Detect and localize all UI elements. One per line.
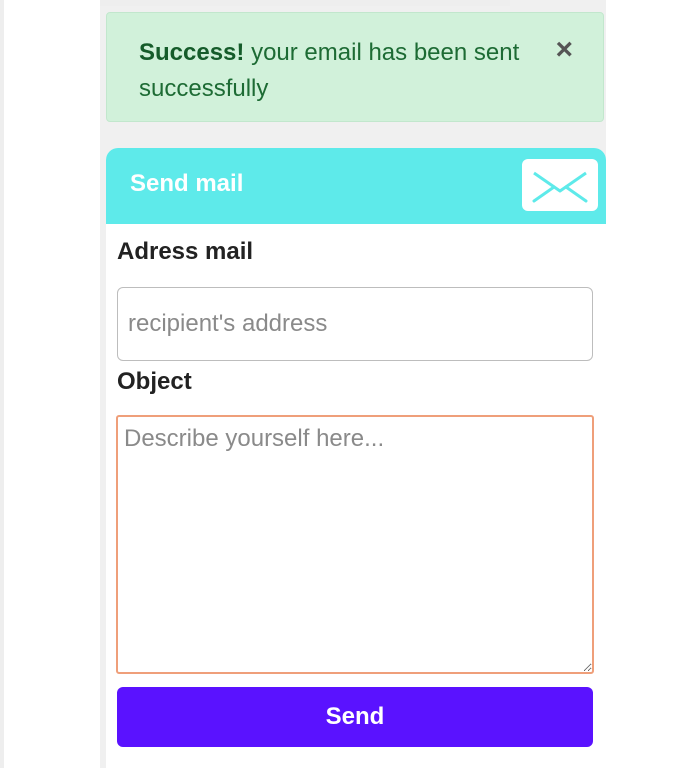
mail-button[interactable]	[522, 159, 598, 211]
address-input[interactable]	[117, 287, 593, 361]
send-button[interactable]: Send	[117, 687, 593, 747]
success-alert: Success! your email has been sent succes…	[106, 12, 604, 122]
object-label: Object	[117, 368, 192, 395]
top-divider	[100, 0, 510, 6]
close-icon[interactable]: ×	[555, 35, 573, 65]
card-header: Send mail	[106, 148, 606, 224]
address-label: Adress mail	[117, 238, 254, 265]
page-left-edge	[0, 0, 4, 768]
envelope-icon	[532, 171, 588, 203]
object-textarea[interactable]	[116, 415, 594, 674]
alert-title: Success!	[139, 39, 245, 66]
card-title: Send mail	[130, 170, 244, 197]
